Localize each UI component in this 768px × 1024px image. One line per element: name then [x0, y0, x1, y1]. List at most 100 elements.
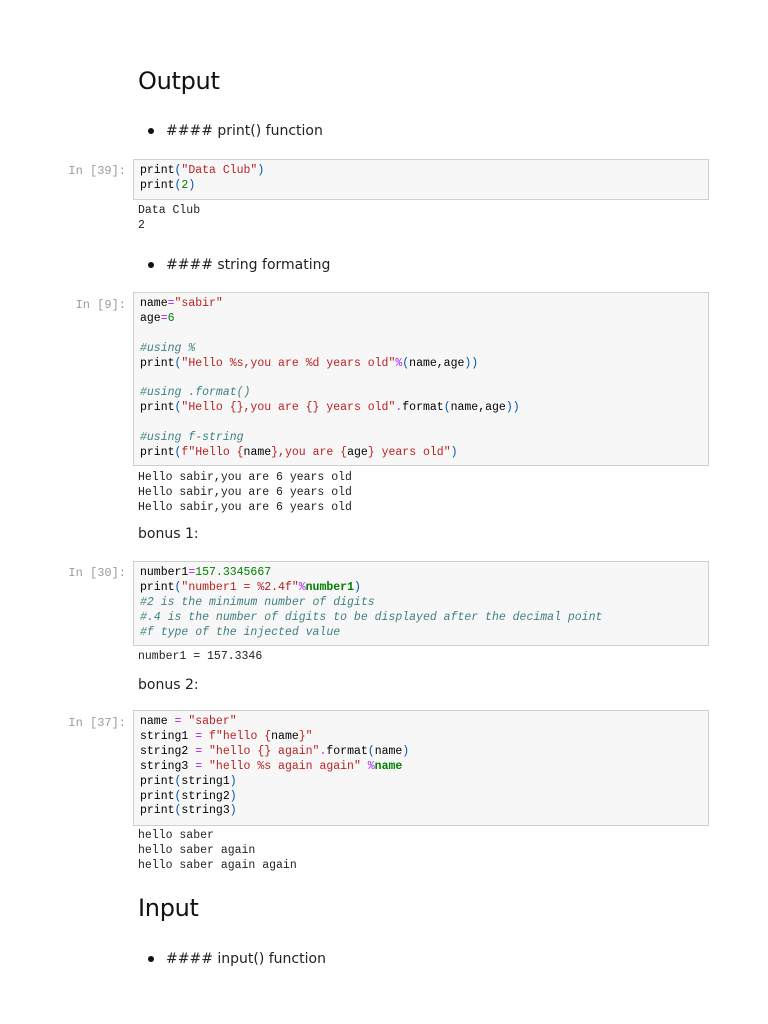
code-token: )): [505, 401, 520, 415]
code-token: print: [140, 789, 175, 803]
code-token: "Hello {},you are {} years old": [181, 401, 396, 415]
code-line: number1=157.3345667: [140, 566, 702, 581]
code-token: ): [229, 789, 237, 803]
code-token: #2 is the minimum number of digits: [140, 595, 375, 609]
output-line: Hello sabir,you are 6 years old: [138, 485, 352, 499]
code-token: name: [243, 446, 272, 460]
code-line: #using f-string: [140, 431, 702, 446]
heading-input: Input: [138, 894, 199, 922]
code-token: },you are {: [271, 446, 348, 460]
code-token: (: [367, 744, 375, 758]
code-token: )): [464, 356, 479, 370]
output-line: hello saber: [138, 829, 214, 842]
code-token: name,age: [450, 401, 506, 415]
code-line: name="sabir": [140, 297, 702, 312]
code-token: "Data Club": [181, 164, 258, 177]
code-line: print("number1 = %2.4f"%number1): [140, 581, 702, 596]
code-token: print: [140, 446, 175, 460]
code-token: #.4 is the number of digits to be displa…: [140, 610, 603, 624]
code-line: print("Data Club"): [140, 164, 702, 179]
code-token: print: [140, 774, 175, 788]
code-line: #.4 is the number of digits to be displa…: [140, 611, 702, 626]
code-cell[interactable]: name = "saber" string1 = f"hello {name}" s…: [133, 710, 709, 826]
code-token: f"Hello {: [181, 446, 244, 460]
code-token: #using %: [140, 341, 196, 355]
output-line: Hello sabir,you are 6 years old: [138, 500, 352, 514]
code-token: name: [374, 759, 403, 773]
code-line: #using .format(): [140, 386, 702, 401]
code-token: name: [271, 729, 299, 743]
code-line: print(string1): [140, 775, 702, 790]
code-token: f"hello {: [209, 729, 272, 743]
code-line: #f type of the injected value: [140, 626, 702, 641]
code-token: =: [167, 297, 175, 310]
code-line: print("Hello {},you are {} years old".fo…: [140, 401, 702, 416]
bullet-text: #### string formating: [166, 257, 331, 273]
code-token: #using f-string: [140, 431, 244, 445]
code-token: =: [160, 311, 168, 325]
code-line: print(string2): [140, 790, 702, 805]
code-token: print: [140, 580, 175, 594]
code-token: name,age: [409, 356, 465, 370]
output-line: number1 = 157.3346: [138, 650, 263, 663]
code-token: ): [402, 744, 410, 758]
code-token: string2: [181, 789, 230, 803]
bullet-dot: [148, 128, 154, 134]
bullet-dot: [148, 262, 154, 268]
code-token: print: [140, 356, 175, 370]
code-line: print(string3): [140, 804, 702, 819]
bullet-text: #### print() function: [166, 123, 323, 139]
code-token: print: [140, 401, 175, 415]
code-token: string2: [140, 744, 196, 758]
code-token: "saber": [188, 715, 237, 728]
code-token: print: [140, 178, 175, 192]
code-line: #using %: [140, 342, 702, 357]
markdown-bonus-1: bonus 1:: [138, 526, 199, 542]
code-cell[interactable]: name="sabir" age=6 #using % print("Hello %…: [133, 292, 709, 466]
code-token: ): [188, 178, 196, 192]
output-line: Data Club: [138, 204, 201, 217]
code-token: "hello %s again again": [209, 759, 361, 773]
code-line: print(2): [140, 179, 702, 194]
code-token: age: [140, 311, 161, 325]
code-line: name = "saber": [140, 715, 702, 730]
code-token: 157.3345667: [195, 566, 272, 579]
code-token: print: [140, 164, 175, 177]
bullet-string-formatting: #### string formating: [148, 257, 330, 273]
code-token: number1: [140, 566, 189, 579]
code-token: string1: [140, 729, 196, 743]
code-token: format: [402, 401, 444, 415]
code-token: } years old": [367, 446, 451, 460]
code-token: number1: [305, 580, 354, 594]
code-token: }": [298, 729, 313, 743]
bullet-print-function: #### print() function: [148, 123, 323, 139]
code-cell[interactable]: number1=157.3345667 print("number1 = %2.4…: [133, 561, 709, 646]
cell-output: hello saber hello saber again hello saber …: [138, 829, 297, 874]
cell-prompt: In [37]:: [68, 716, 126, 730]
code-line: age=6: [140, 312, 702, 327]
code-token: string1: [181, 774, 230, 788]
code-token: 6: [167, 311, 175, 325]
cell-prompt: In [30]:: [68, 566, 126, 580]
code-cell[interactable]: print("Data Club") print(2): [133, 159, 709, 200]
code-token: "Hello %s,you are %d years old": [181, 356, 396, 370]
code-token: ): [450, 446, 458, 460]
code-token: #f type of the injected value: [140, 625, 341, 639]
code-token: %: [367, 759, 375, 773]
code-token: name: [140, 297, 168, 310]
code-token: string3: [140, 759, 196, 773]
code-token: name: [374, 744, 403, 758]
output-line: hello saber again: [138, 843, 256, 857]
code-line: string1 = f"hello {name}": [140, 730, 702, 745]
bullet-dot: [148, 956, 154, 962]
code-line: string2 = "hello {} again".format(name): [140, 745, 702, 760]
code-line: print(f"Hello {name},you are {age} years…: [140, 446, 702, 461]
output-line: 2: [138, 218, 145, 232]
bullet-input-function: #### input() function: [148, 951, 326, 967]
code-line: print("Hello %s,you are %d years old"%(n…: [140, 357, 702, 372]
